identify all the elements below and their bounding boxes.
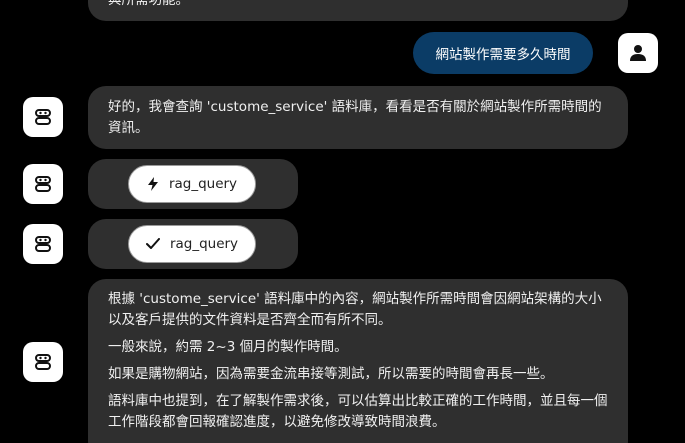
tool-call-done: rag_query [88,219,298,269]
tool-name-running: rag_query [168,175,238,192]
person-icon [630,45,646,61]
bot-avatar [23,342,63,382]
tool-name-done: rag_query [169,235,239,252]
bot-message-partial: 與所需功能。 [88,0,628,21]
answer-paragraph: 一般來說，約需 2~3 個月的製作時間。 [108,339,348,355]
bot-avatar [23,164,63,204]
check-icon [145,238,160,249]
bot-avatar [23,97,63,137]
answer-paragraph: 如果是購物網站，因為需要金流串接等測試，所以需要的時間會再長一些。 [108,366,554,382]
tool-pill-running[interactable]: rag_query [128,165,256,203]
bolt-icon [147,177,158,191]
robot-icon [35,236,51,252]
robot-icon [35,176,51,192]
tool-pill-done[interactable]: rag_query [128,225,256,263]
bot-message-intro-text: 好的，我會查詢 'custome_service' 語料庫，看看是否有關於網站製… [108,99,602,136]
chat-canvas: 與所需功能。 網站製作需要多久時間 好的，我會查詢 'custome_servi… [0,0,685,443]
robot-icon [35,109,51,125]
robot-icon [35,354,51,370]
bot-message-answer: 根據 'custome_service' 語料庫中的內容，網站製作所需時間會因網… [88,279,628,443]
bot-message-intro: 好的，我會查詢 'custome_service' 語料庫，看看是否有關於網站製… [88,86,628,149]
bot-message-partial-text: 與所需功能。 [108,0,189,8]
user-avatar [618,33,658,73]
user-message-text: 網站製作需要多久時間 [435,47,571,63]
bot-avatar [23,224,63,264]
answer-paragraph: 語料庫中也提到，在了解製作需求後，可以估算出比較正確的工作時間，並且每一個工作階… [108,393,608,430]
tool-call-running: rag_query [88,159,298,209]
user-message: 網站製作需要多久時間 [413,32,593,74]
answer-paragraph: 根據 'custome_service' 語料庫中的內容，網站製作所需時間會因網… [108,291,602,328]
